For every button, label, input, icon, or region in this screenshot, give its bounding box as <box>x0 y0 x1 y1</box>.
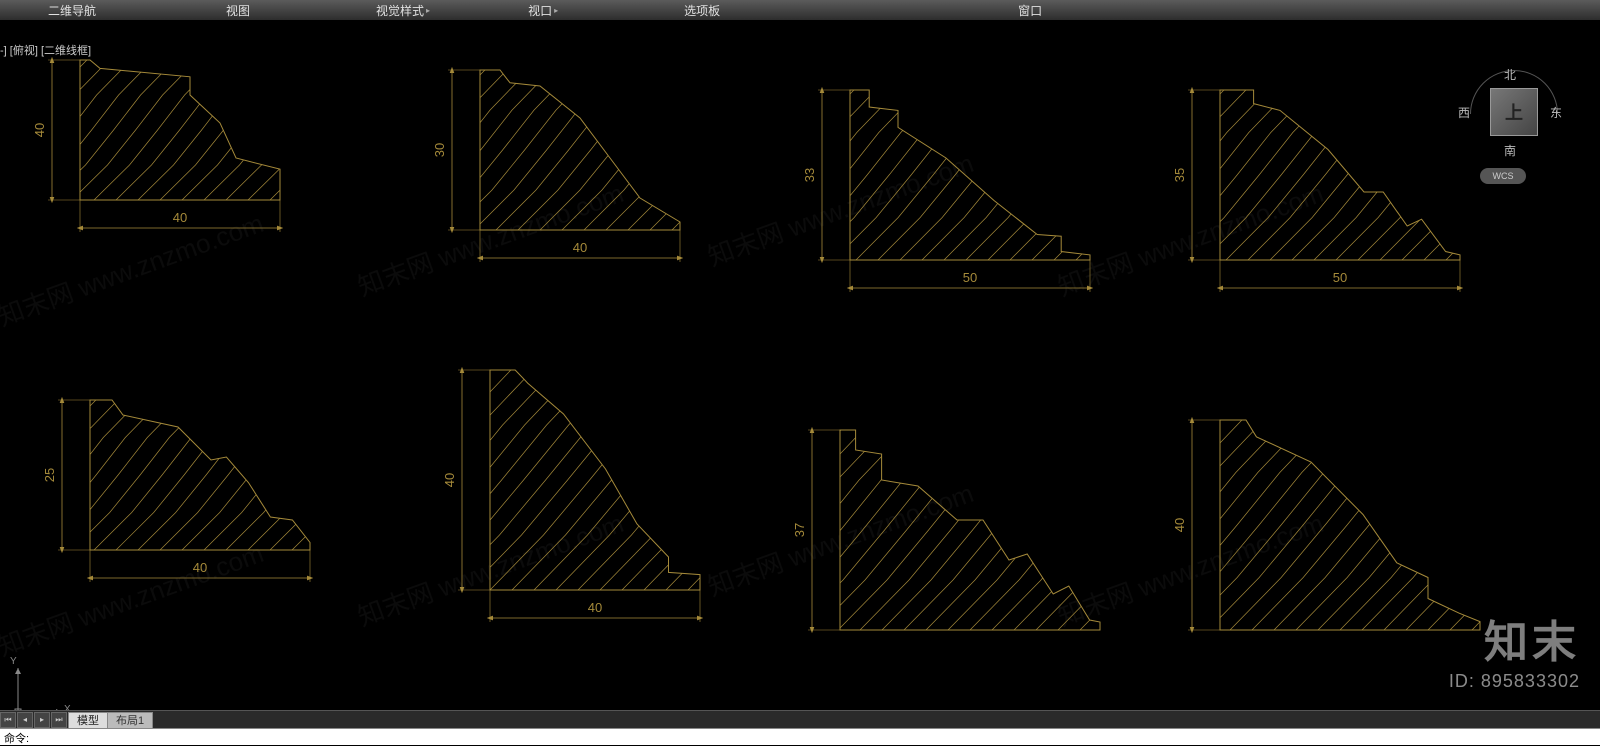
menu-label: 选项板 <box>684 2 720 19</box>
menu-2d-nav[interactable]: 二维导航 <box>0 0 104 20</box>
svg-text:50: 50 <box>963 270 977 285</box>
ucs-y-label: Y <box>10 656 17 667</box>
brand-watermark: 知末 <box>1484 606 1580 670</box>
layout-tab-bar: ⏮ ◂ ▸ ⏭ 模型 布局1 <box>0 710 1600 728</box>
brand-id: ID: 895833302 <box>1449 671 1580 692</box>
tab-layout1[interactable]: 布局1 <box>107 712 153 728</box>
wcs-badge[interactable]: WCS <box>1480 168 1526 184</box>
profile-drawing: 40 40 <box>440 360 720 670</box>
view-cube-face-top[interactable]: 上 <box>1490 88 1538 136</box>
svg-text:25: 25 <box>42 468 57 482</box>
tab-last-button[interactable]: ⏭ <box>51 712 67 728</box>
menu-label: 视图 <box>226 2 250 19</box>
menu-viewport[interactable]: 视口▸ <box>438 0 566 20</box>
chevron-right-icon: ▸ <box>426 6 430 15</box>
profile-drawing: 30 40 <box>430 60 700 310</box>
svg-text:50: 50 <box>1333 270 1347 285</box>
tab-prev-button[interactable]: ◂ <box>17 712 33 728</box>
svg-text:33: 33 <box>802 168 817 182</box>
profile-drawing: 25 40 <box>40 390 330 630</box>
svg-text:40: 40 <box>1172 518 1187 532</box>
tab-next-button[interactable]: ▸ <box>34 712 50 728</box>
menu-label: 窗口 <box>1018 2 1042 19</box>
view-cube[interactable]: 北 南 西 东 上 WCS <box>1440 60 1580 210</box>
svg-text:35: 35 <box>1172 168 1187 182</box>
view-cube-north[interactable]: 北 <box>1440 66 1580 83</box>
profile-drawing: 35 50 <box>1170 80 1480 340</box>
svg-text:40: 40 <box>173 210 187 225</box>
menu-view[interactable]: 视图 <box>104 0 258 20</box>
svg-text:40: 40 <box>442 473 457 487</box>
svg-text:40: 40 <box>32 123 47 137</box>
drawing-canvas[interactable]: -] [俯视] [二维线框] 知末网 www.znzmo.com 知末网 www… <box>0 20 1600 710</box>
view-cube-west[interactable]: 西 <box>1458 104 1470 121</box>
svg-text:30: 30 <box>432 143 447 157</box>
menu-bar: 二维导航 视图 视觉样式▸ 视口▸ 选项板 窗口 <box>0 0 1600 20</box>
menu-label: 二维导航 <box>48 2 96 19</box>
svg-text:40: 40 <box>573 240 587 255</box>
profile-drawing: 40 <box>1170 410 1500 710</box>
view-cube-east[interactable]: 东 <box>1550 104 1562 121</box>
command-line[interactable]: 命令: <box>0 728 1600 745</box>
command-prompt: 命令: <box>4 733 29 745</box>
chevron-right-icon: ▸ <box>554 6 558 15</box>
menu-window[interactable]: 窗口 <box>728 0 1050 20</box>
menu-palettes[interactable]: 选项板 <box>566 0 728 20</box>
svg-text:37: 37 <box>792 523 807 537</box>
tab-first-button[interactable]: ⏮ <box>0 712 16 728</box>
menu-label: 视口 <box>528 2 552 19</box>
profile-drawing: 33 50 <box>800 80 1110 340</box>
profile-drawing: 37 <box>790 420 1120 710</box>
profile-drawing: 40 40 <box>30 50 300 280</box>
svg-text:40: 40 <box>588 600 602 615</box>
menu-label: 视觉样式 <box>376 2 424 19</box>
menu-visual-styles[interactable]: 视觉样式▸ <box>258 0 438 20</box>
tab-model[interactable]: 模型 <box>68 712 108 728</box>
view-cube-south[interactable]: 南 <box>1440 142 1580 159</box>
svg-text:40: 40 <box>193 560 207 575</box>
